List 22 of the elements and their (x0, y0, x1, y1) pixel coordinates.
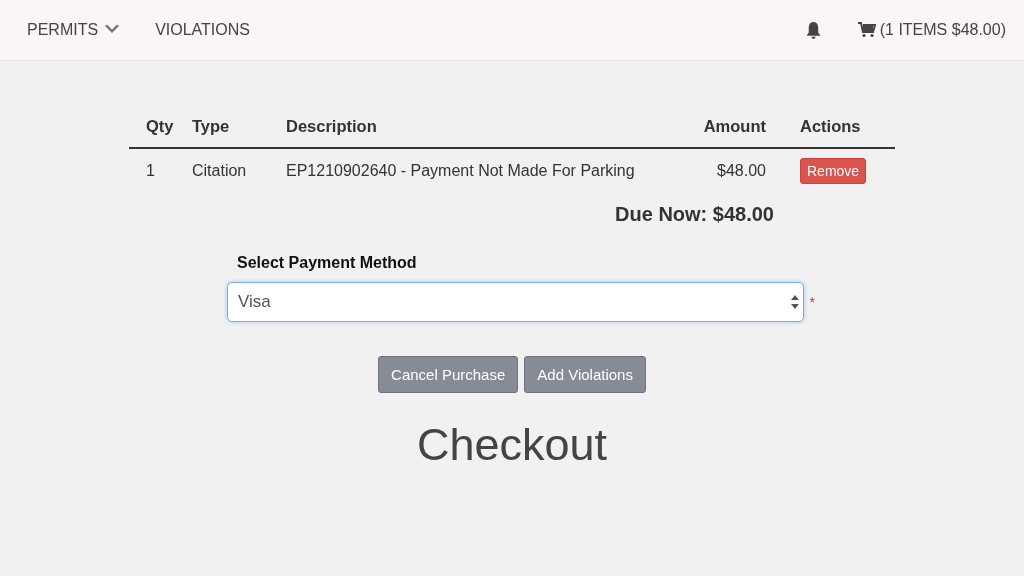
nav-dropdown[interactable]: PERMITS (27, 21, 121, 39)
field-label: Select Payment Method (236, 254, 418, 272)
required-mark: * (809, 294, 815, 310)
column-header: Actions (799, 117, 862, 136)
column-header: Description (286, 117, 378, 136)
remove-button[interactable]: Remove (800, 158, 867, 184)
payment-method-select[interactable]: Visa (227, 282, 804, 322)
column-header: Amount (702, 117, 767, 136)
cart-link[interactable]: (1 ITEMS $48.00) (857, 21, 1006, 39)
page-heading: Checkout (416, 419, 608, 471)
table-cell-text: $48.00 (716, 162, 767, 180)
column-header: Qty (145, 117, 175, 136)
table-cell-text: 1 (145, 162, 156, 180)
table-cell-text: Citation (192, 162, 248, 180)
column-header: Type (192, 117, 231, 136)
due-now-total: Due Now: $48.00 (615, 203, 774, 225)
table-cell-text: EP1210902640 - Payment Not Made For Parking (286, 162, 636, 180)
nav-link[interactable]: VIOLATIONS (155, 21, 250, 39)
bell-icon[interactable] (804, 20, 822, 40)
chevron-down-icon (104, 24, 121, 36)
cart-icon (857, 22, 876, 38)
select-arrows-icon (790, 295, 799, 309)
